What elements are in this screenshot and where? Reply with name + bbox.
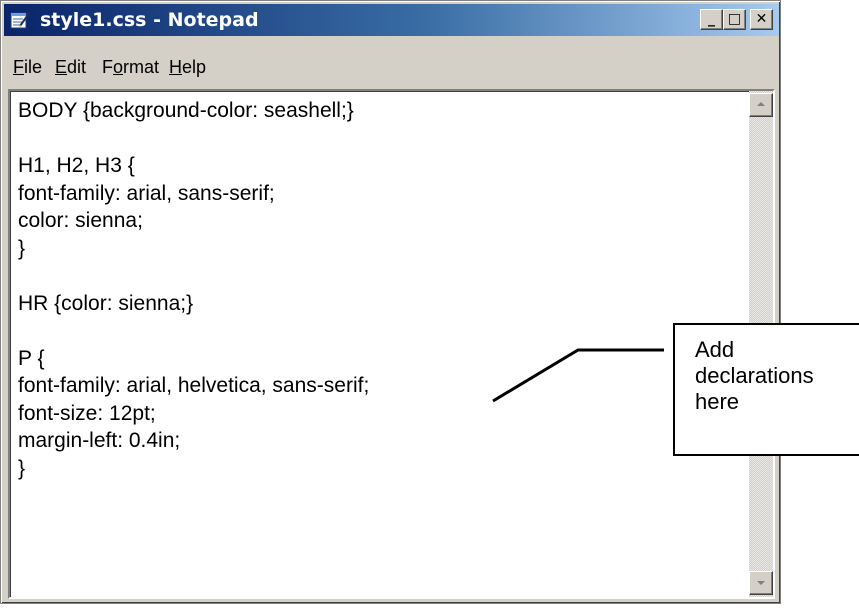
editor-content[interactable]: BODY {background-color: seashell;} H1, H… (18, 97, 728, 592)
menu-bar: File Edit Format Help (4, 57, 779, 85)
minimize-icon: _ (708, 11, 715, 27)
scroll-up-button[interactable] (749, 93, 773, 117)
menu-edit[interactable]: Edit (55, 57, 86, 78)
window-title: style1.css - Notepad (40, 9, 259, 31)
maximize-button[interactable]: □ (723, 9, 746, 30)
menu-help[interactable]: Help (169, 57, 206, 78)
annotation-callout: Add declarations here (673, 323, 859, 456)
close-button[interactable]: ✕ (750, 9, 773, 30)
scroll-down-arrow-icon (757, 581, 765, 585)
menu-format[interactable]: Format (102, 57, 159, 78)
notepad-icon[interactable] (10, 10, 32, 30)
title-bar[interactable]: style1.css - Notepad _ □ ✕ (4, 4, 779, 36)
close-icon: ✕ (755, 11, 768, 27)
menu-file[interactable]: File (13, 57, 42, 78)
scroll-up-arrow-icon (757, 102, 765, 106)
annotation-text: Add declarations here (695, 337, 814, 414)
notepad-window: style1.css - Notepad _ □ ✕ File Edit For… (0, 0, 781, 604)
minimize-button[interactable]: _ (700, 9, 723, 30)
text-editor[interactable]: BODY {background-color: seashell;} H1, H… (8, 89, 775, 599)
maximize-icon: □ (727, 11, 742, 27)
scroll-down-button[interactable] (749, 571, 773, 595)
